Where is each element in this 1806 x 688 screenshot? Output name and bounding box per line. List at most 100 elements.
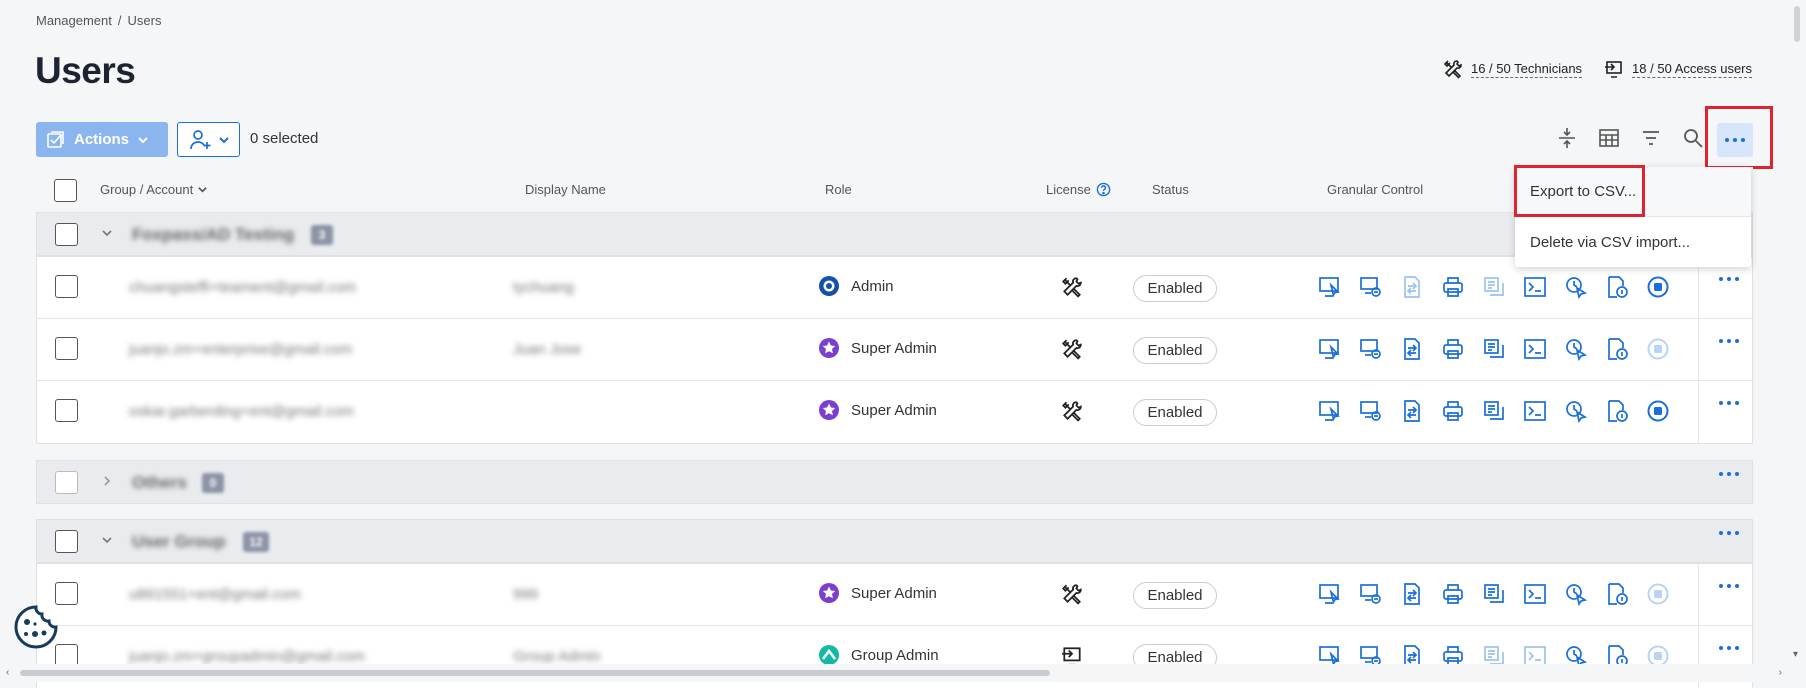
access-users-count[interactable]: 18 / 50 Access users — [1604, 59, 1752, 79]
super-admin-icon — [819, 583, 839, 603]
printer-icon[interactable] — [1440, 274, 1466, 300]
vertical-scrollbar[interactable]: ▾ — [1788, 0, 1806, 682]
group-checkbox[interactable] — [55, 530, 78, 553]
printer-icon[interactable] — [1440, 336, 1466, 362]
stop-session-icon[interactable] — [1645, 581, 1671, 607]
file-info-icon[interactable] — [1604, 581, 1630, 607]
remote-control-icon[interactable] — [1317, 336, 1343, 362]
granular-controls — [1317, 274, 1671, 300]
cookie-settings-button[interactable] — [13, 604, 59, 650]
cloud-click-icon[interactable] — [1563, 398, 1589, 424]
select-all-checkbox[interactable] — [54, 179, 77, 202]
collapse-icon[interactable] — [1555, 126, 1579, 150]
add-user-button[interactable] — [177, 122, 240, 157]
group-more-button[interactable] — [1719, 472, 1739, 476]
technician-license-icon — [1061, 583, 1083, 610]
remote-control-icon[interactable] — [1317, 581, 1343, 607]
actions-button[interactable]: Actions — [36, 122, 168, 157]
terminal-icon[interactable] — [1522, 336, 1548, 362]
menu-item-delete-csv[interactable]: Delete via CSV import... — [1515, 217, 1751, 267]
file-info-icon[interactable] — [1604, 398, 1630, 424]
clipboard-icon[interactable] — [1481, 274, 1507, 300]
group-checkbox[interactable] — [55, 471, 78, 494]
technicians-count[interactable]: 16 / 50 Technicians — [1443, 59, 1583, 79]
terminal-icon[interactable] — [1522, 274, 1548, 300]
status-badge: Enabled — [1133, 337, 1217, 364]
table-row[interactable]: u891551+ent@gmail.com 999 Super Admin En… — [37, 564, 1752, 626]
row-more-button[interactable] — [1719, 339, 1739, 343]
col-license[interactable]: License — [1046, 182, 1111, 197]
page-title: Users — [35, 50, 136, 91]
row-more-button[interactable] — [1719, 401, 1739, 405]
row-checkbox[interactable] — [55, 399, 78, 422]
file-transfer-icon[interactable] — [1399, 581, 1425, 607]
row-more-button[interactable] — [1719, 646, 1739, 650]
more-icon — [1719, 401, 1739, 405]
file-transfer-icon[interactable] — [1399, 398, 1425, 424]
chevron-down-icon[interactable] — [101, 534, 113, 549]
remote-control-icon[interactable] — [1317, 398, 1343, 424]
printer-icon[interactable] — [1440, 581, 1466, 607]
col-role[interactable]: Role — [825, 182, 852, 197]
display-name: Juan Jose — [513, 341, 582, 358]
stop-session-icon[interactable] — [1645, 274, 1671, 300]
row-more-button[interactable] — [1719, 277, 1739, 281]
scroll-right-arrow[interactable]: › — [1779, 667, 1782, 678]
table-tools — [1555, 126, 1705, 150]
printer-icon[interactable] — [1440, 398, 1466, 424]
terminal-icon[interactable] — [1522, 398, 1548, 424]
clipboard-icon[interactable] — [1481, 336, 1507, 362]
col-status[interactable]: Status — [1152, 182, 1189, 197]
search-icon[interactable] — [1681, 126, 1705, 150]
clipboard-icon[interactable] — [1481, 398, 1507, 424]
scroll-left-arrow[interactable]: ‹ — [6, 667, 9, 678]
group-row[interactable]: Others 0 — [36, 460, 1753, 504]
horizontal-scroll-thumb[interactable] — [20, 670, 1050, 676]
license-counts: 16 / 50 Technicians 18 / 50 Access users — [1443, 59, 1752, 79]
columns-icon[interactable] — [1597, 126, 1621, 150]
file-info-icon[interactable] — [1604, 274, 1630, 300]
view-screen-icon[interactable] — [1358, 581, 1384, 607]
row-checkbox[interactable] — [55, 275, 78, 298]
filter-icon[interactable] — [1639, 126, 1663, 150]
view-screen-icon[interactable] — [1358, 398, 1384, 424]
group-checkbox[interactable] — [55, 223, 78, 246]
cloud-click-icon[interactable] — [1563, 336, 1589, 362]
technician-license-icon — [1061, 400, 1083, 427]
cloud-click-icon[interactable] — [1563, 274, 1589, 300]
row-checkbox[interactable] — [55, 582, 78, 605]
col-group-account[interactable]: Group / Account — [100, 182, 208, 197]
terminal-icon[interactable] — [1522, 581, 1548, 607]
stop-session-icon[interactable] — [1645, 398, 1671, 424]
sort-icon — [198, 187, 207, 193]
status-badge: Enabled — [1133, 582, 1217, 609]
vertical-scroll-thumb[interactable] — [1794, 6, 1800, 42]
stop-session-icon[interactable] — [1645, 336, 1671, 362]
table-row[interactable]: chuangsteffi+teament@gmail.com tychuang … — [37, 257, 1752, 319]
row-checkbox[interactable] — [55, 337, 78, 360]
view-screen-icon[interactable] — [1358, 274, 1384, 300]
file-transfer-icon[interactable] — [1399, 274, 1425, 300]
scroll-down-arrow[interactable]: ▾ — [1793, 649, 1798, 660]
group-name: Foxpass/AD Testing — [132, 225, 295, 244]
breadcrumb-separator: / — [117, 13, 122, 28]
table-row[interactable]: oskar.garberding+ent@gmail.com Super Adm… — [37, 381, 1752, 443]
group-row[interactable]: User Group 12 — [36, 519, 1753, 563]
table-row[interactable]: juanjo.zm+enterprise@gmail.com Juan Jose… — [37, 319, 1752, 381]
remote-control-icon[interactable] — [1317, 274, 1343, 300]
chevron-right-icon[interactable] — [101, 475, 113, 490]
view-screen-icon[interactable] — [1358, 336, 1384, 362]
cloud-click-icon[interactable] — [1563, 581, 1589, 607]
file-transfer-icon[interactable] — [1399, 336, 1425, 362]
group-more-button[interactable] — [1719, 531, 1739, 535]
group-row[interactable]: Foxpass/AD Testing 3 — [36, 212, 1753, 256]
file-info-icon[interactable] — [1604, 336, 1630, 362]
help-icon[interactable] — [1096, 182, 1111, 197]
horizontal-scrollbar[interactable]: ‹ › — [0, 664, 1788, 682]
clipboard-icon[interactable] — [1481, 581, 1507, 607]
checklist-icon — [47, 130, 64, 148]
row-more-button[interactable] — [1719, 584, 1739, 588]
col-display-name[interactable]: Display Name — [525, 182, 606, 197]
breadcrumb-management[interactable]: Management — [36, 13, 112, 28]
chevron-down-icon[interactable] — [101, 227, 113, 242]
